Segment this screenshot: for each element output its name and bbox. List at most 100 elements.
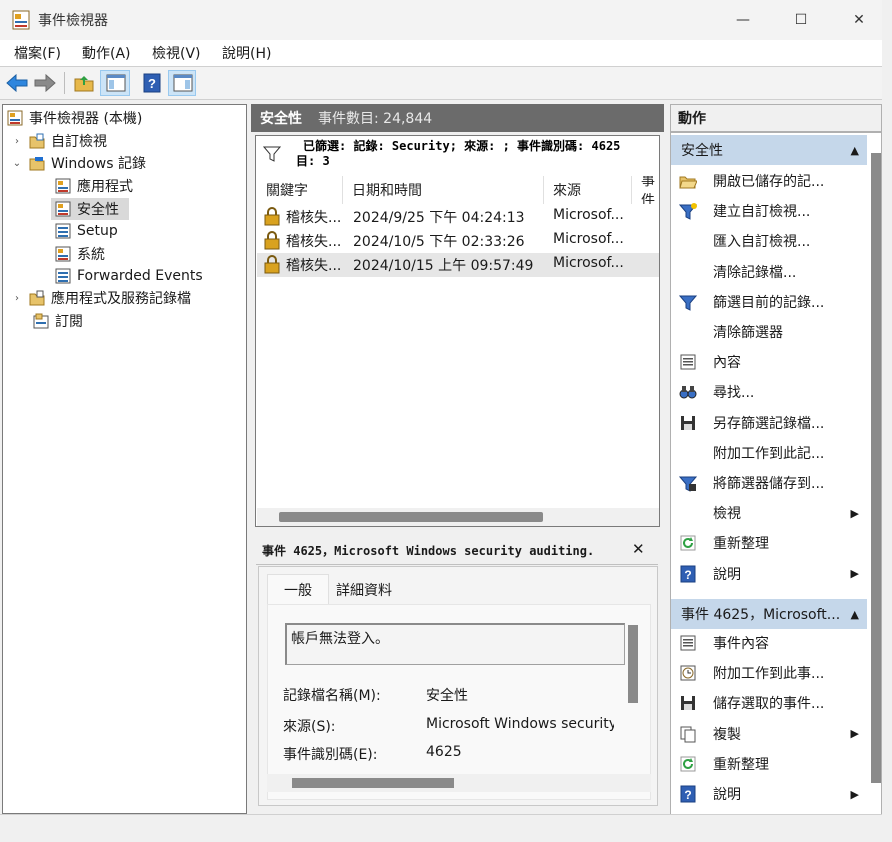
tab-details[interactable]: 詳細資料	[336, 580, 392, 600]
detail-close-button[interactable]: ✕	[632, 540, 645, 558]
menu-view[interactable]: 檢視(V)	[152, 43, 201, 63]
field-label-source: 來源(S):	[283, 719, 336, 735]
tree-item-windows-logs[interactable]: ⌄ Windows 記錄	[11, 152, 146, 174]
help-toolbar-button[interactable]: ?	[140, 70, 166, 96]
menu-action[interactable]: 動作(A)	[82, 43, 131, 63]
maximize-icon: ☐	[794, 12, 808, 28]
action-item[interactable]: ? 說明 ▶	[671, 559, 867, 589]
tree-item-security[interactable]: 安全性	[51, 198, 129, 220]
tree-label: 系統	[77, 247, 105, 263]
column-header-source[interactable]: 來源	[544, 176, 632, 204]
log-title: 安全性	[260, 111, 302, 127]
event-description[interactable]: 帳戶無法登入。	[285, 623, 625, 665]
action-item[interactable]: 開啟已儲存的記...	[671, 166, 867, 196]
menu-help[interactable]: 說明(H)	[222, 43, 271, 63]
up-folder-icon[interactable]	[74, 73, 94, 93]
field-label-log-name: 記錄檔名稱(M):	[283, 688, 381, 704]
cell-datetime: 2024/9/25 下午 04:24:13	[353, 210, 525, 226]
column-header-event[interactable]: 事件	[632, 176, 659, 204]
action-item[interactable]: 清除記錄檔...	[671, 257, 867, 287]
action-label: 清除篩選器	[713, 325, 783, 341]
action-item[interactable]: 事件內容	[671, 628, 867, 658]
chevron-right-icon[interactable]: ›	[11, 136, 23, 147]
action-item[interactable]: 檢視 ▶	[671, 498, 867, 528]
svg-text:?: ?	[684, 788, 691, 802]
window-title: 事件檢視器	[38, 13, 108, 29]
action-item[interactable]: 匯入自訂檢視...	[671, 226, 867, 256]
tree-item-root[interactable]: 事件檢視器 (本機)	[7, 107, 142, 129]
action-label: 匯入自訂檢視...	[713, 234, 811, 251]
submenu-arrow-icon: ▶	[850, 506, 859, 520]
action-item[interactable]: 將篩選器儲存到...	[671, 468, 867, 498]
vertical-scrollbar-thumb[interactable]	[871, 153, 881, 783]
section-header-event[interactable]: 事件 4625，Microsoft... ▲	[671, 599, 867, 629]
vertical-scrollbar-thumb[interactable]	[628, 625, 638, 703]
scrollbar-thumb[interactable]	[279, 512, 543, 522]
menu-bar	[0, 40, 882, 66]
actions-pane: 安全性 ▲ 開啟已儲存的記... 建立自訂檢視... 匯入自訂檢視... 清除記錄檔.…	[670, 132, 882, 842]
tree-item-subscriptions[interactable]: 訂閱	[33, 310, 83, 332]
minimize-button[interactable]: —	[720, 0, 766, 40]
tree-item-system[interactable]: 系統	[55, 243, 105, 265]
action-item[interactable]: 清除篩選器	[671, 317, 867, 347]
filter-text-line1: 已篩選: 記錄: Security; 來源: ; 事件識別碼: 4625	[303, 139, 621, 153]
back-arrow-icon[interactable]	[6, 74, 28, 92]
column-header-keyword[interactable]: 關鍵字	[257, 176, 343, 204]
close-button[interactable]: ✕	[836, 0, 882, 40]
cell-keyword: 稽核失...	[286, 234, 342, 250]
section-header-security[interactable]: 安全性 ▲	[671, 135, 867, 165]
action-item[interactable]: 重新整理	[671, 749, 867, 779]
collapse-icon: ▲	[850, 607, 859, 621]
action-item[interactable]: 重新整理	[671, 528, 867, 558]
log-icon	[55, 201, 71, 217]
filter-new-icon	[679, 203, 697, 220]
table-row[interactable]: 稽核失... 2024/9/25 下午 04:24:13 Microsof...	[257, 205, 659, 229]
table-row[interactable]: 稽核失... 2024/10/5 下午 02:33:26 Microsof...	[257, 229, 659, 253]
tree-item-application[interactable]: 應用程式	[55, 175, 133, 197]
action-label: 內容	[713, 355, 741, 372]
action-item[interactable]: 篩選目前的記錄...	[671, 287, 867, 317]
column-header-datetime[interactable]: 日期和時間	[343, 176, 544, 204]
horizontal-scrollbar[interactable]	[257, 508, 659, 526]
tree-item-custom-views[interactable]: › 自訂檢視	[11, 130, 107, 152]
action-item[interactable]: 建立自訂檢視...	[671, 196, 867, 226]
action-item[interactable]: 附加工作到此記...	[671, 438, 867, 468]
folder-icon	[29, 290, 45, 306]
action-item[interactable]: 另存篩選記錄檔...	[671, 408, 867, 438]
action-item[interactable]: 附加工作到此事...	[671, 658, 867, 688]
action-item[interactable]: 複製 ▶	[671, 719, 867, 749]
action-item[interactable]: 儲存選取的事件...	[671, 688, 867, 718]
svg-text:?: ?	[684, 568, 691, 582]
show-hide-tree-button[interactable]	[100, 70, 130, 96]
menu-file[interactable]: 檔案(F)	[14, 43, 61, 63]
table-row-selected[interactable]: 稽核失... 2024/10/15 上午 09:57:49 Microsof..…	[257, 253, 659, 277]
tree-item-app-service-logs[interactable]: › 應用程式及服務記錄檔	[11, 287, 191, 309]
tree-item-setup[interactable]: Setup	[55, 220, 118, 242]
field-label-event-id: 事件識別碼(E):	[283, 747, 378, 763]
tree-label: 應用程式	[77, 179, 133, 195]
submenu-arrow-icon: ▶	[850, 567, 859, 581]
filter-text-line2: 目: 3	[296, 154, 330, 168]
action-label: 儲存選取的事件...	[713, 696, 825, 713]
toolbar-separator	[64, 72, 65, 94]
filter-icon	[263, 146, 281, 162]
chevron-right-icon[interactable]: ›	[11, 293, 23, 304]
horizontal-scrollbar[interactable]	[267, 774, 651, 792]
chevron-down-icon[interactable]: ⌄	[11, 158, 23, 169]
console-tree[interactable]: 事件檢視器 (本機) › 自訂檢視 ⌄ Windows 記錄 應用程式 安全性 …	[2, 104, 247, 814]
forward-arrow-icon[interactable]	[34, 74, 56, 92]
action-item[interactable]: 內容	[671, 347, 867, 377]
event-list[interactable]: 已篩選: 記錄: Security; 來源: ; 事件識別碼: 4625 目: …	[255, 135, 660, 527]
maximize-button[interactable]: ☐	[778, 0, 824, 40]
action-item[interactable]: 尋找...	[671, 377, 867, 407]
tab-general[interactable]: 一般	[267, 574, 329, 604]
blank-icon	[679, 263, 697, 281]
show-hide-action-pane-button[interactable]	[168, 70, 196, 96]
scrollbar-thumb[interactable]	[292, 778, 454, 788]
action-item[interactable]: ? 說明 ▶	[671, 779, 867, 809]
tree-item-forwarded-events[interactable]: Forwarded Events	[55, 265, 203, 287]
log-icon	[55, 246, 71, 262]
action-label: 將篩選器儲存到...	[713, 476, 825, 492]
action-label: 篩選目前的記錄...	[713, 294, 825, 311]
tree-label: 應用程式及服務記錄檔	[51, 291, 191, 307]
